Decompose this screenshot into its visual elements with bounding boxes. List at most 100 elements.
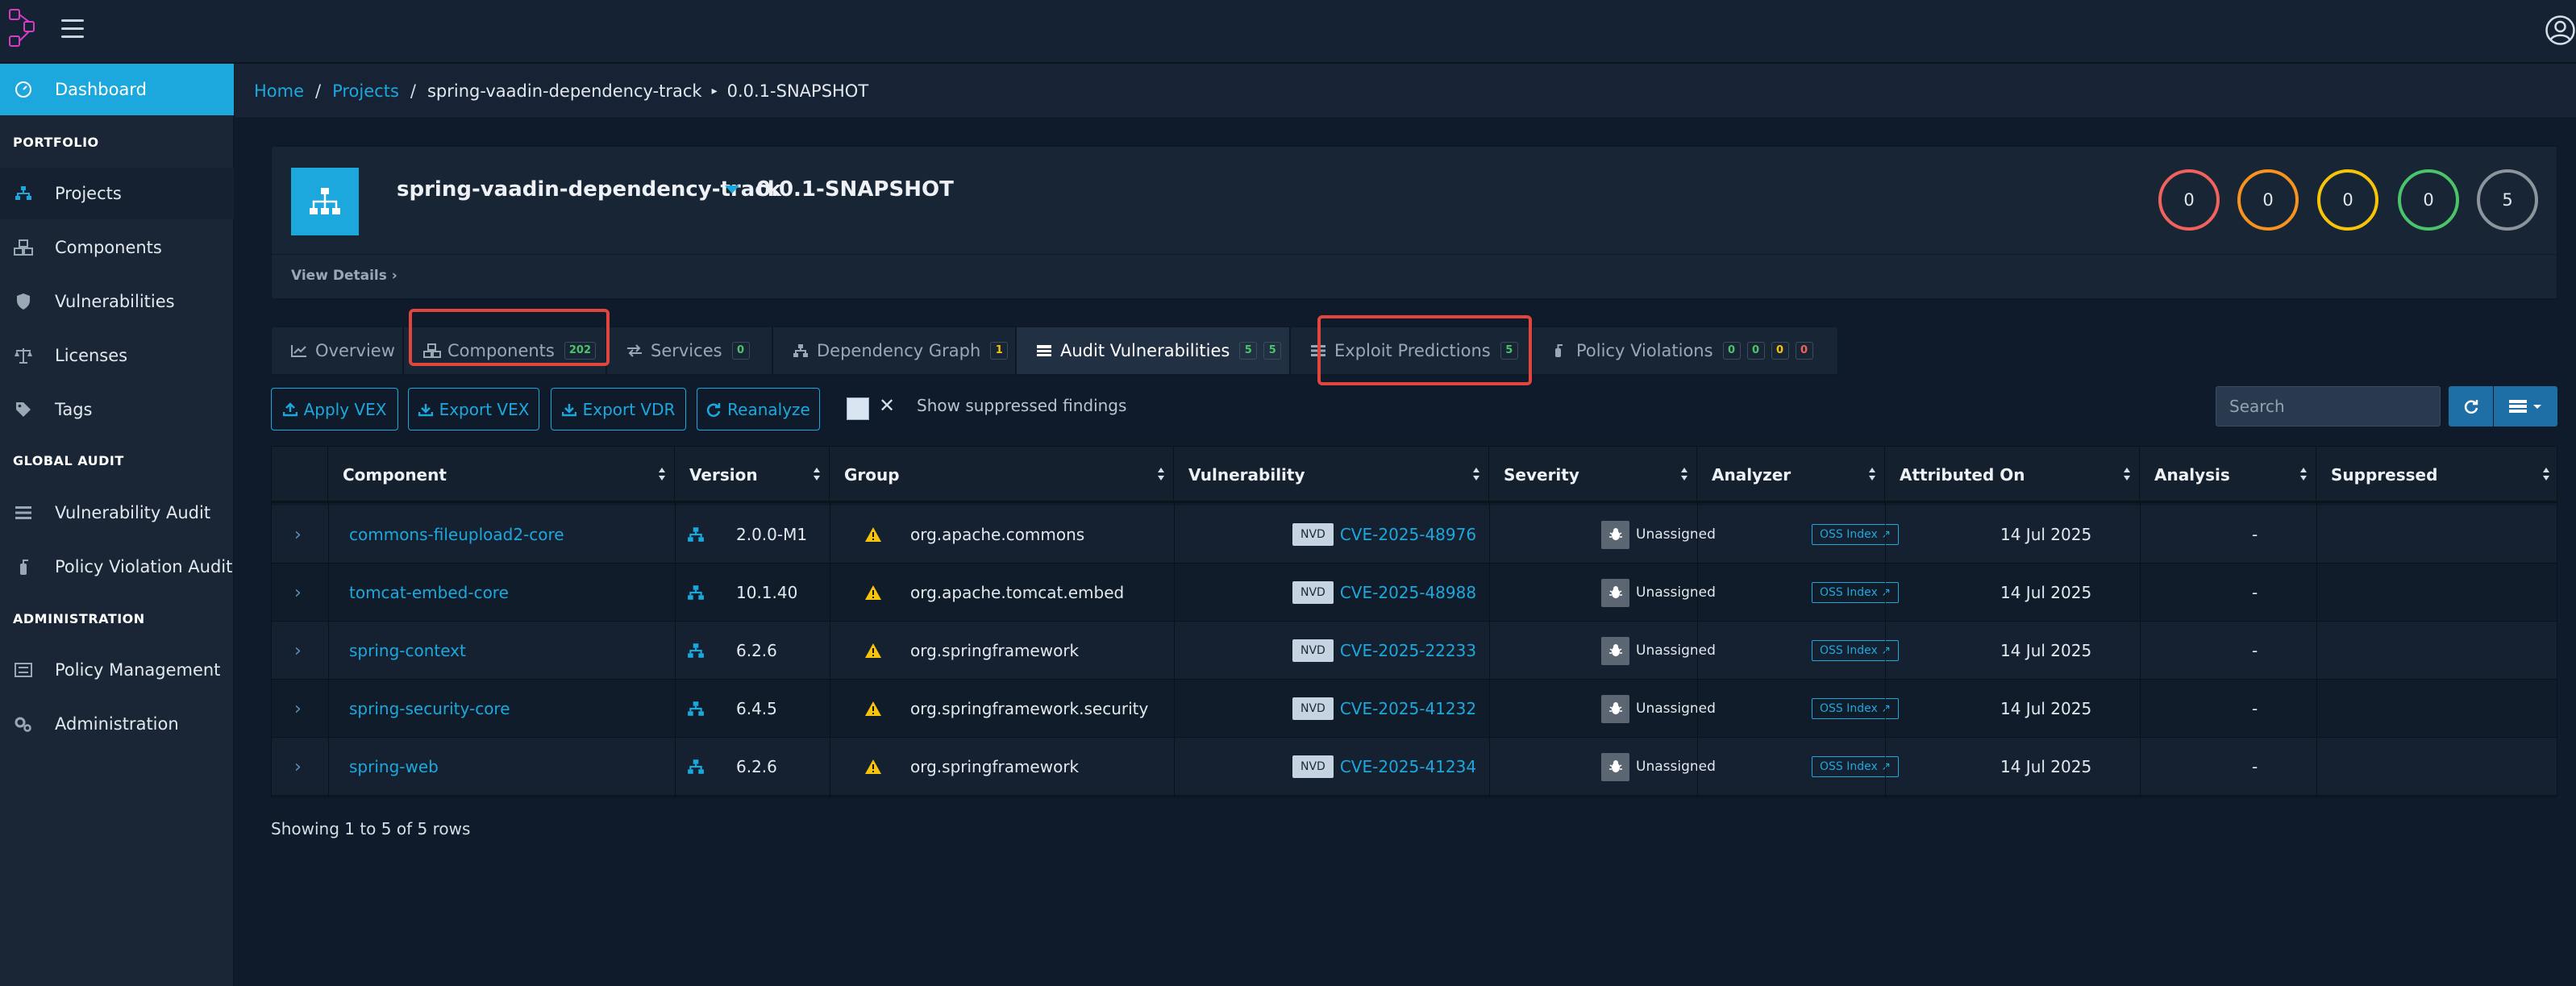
dependency-graph-icon[interactable] [687,505,705,564]
search-input[interactable] [2216,386,2441,426]
column-header-suppressed[interactable]: Suppressed [2316,447,2558,503]
severity-value: Unassigned [1636,701,1716,717]
sidebar-item-projects[interactable]: Projects [0,168,234,219]
expand-chevron-icon[interactable]: › [294,505,302,564]
sidebar-item-label: Vulnerability Audit [55,503,211,522]
sort-icon [2124,468,2130,481]
sort-icon [1158,468,1164,481]
components-count-badge: 202 [564,342,597,360]
column-header-severity[interactable]: Severity [1489,447,1697,503]
view-details-link[interactable]: View Details › [291,268,397,284]
sidebar-item-components[interactable]: Components [0,222,234,273]
column-header-vulnerability[interactable]: Vulnerability [1174,447,1489,503]
reanalyze-button[interactable]: Reanalyze [697,388,820,431]
policy-count-badge: 0 [1722,342,1741,360]
sidebar-section-global-audit: GLOBAL AUDIT [13,453,124,468]
table-row[interactable]: › commons-fileupload2-core 2.0.0-M1 org.… [272,505,2557,564]
tab-services[interactable]: Services 0 [606,327,772,375]
tab-audit-vulnerabilities[interactable]: Audit Vulnerabilities 5 5 [1016,327,1290,375]
table-row[interactable]: › spring-web 6.2.6 org.springframework N… [272,738,2557,796]
column-label: Component [343,465,447,485]
toggle-off-icon[interactable]: ✕ [879,394,895,417]
sidebar-item-vulnerability-audit[interactable]: Vulnerability Audit [0,487,234,539]
column-header-analyzer[interactable]: Analyzer [1697,447,1885,503]
dependency-graph-icon[interactable] [687,622,705,680]
tab-overview[interactable]: Overview [271,327,403,375]
sidebar-item-policy-management[interactable]: Policy Management [0,644,234,696]
version-dropdown-icon[interactable] [725,185,739,193]
tab-dependency-graph[interactable]: Dependency Graph 1 [772,327,1016,375]
user-icon[interactable] [2545,15,2576,46]
table-row[interactable]: › spring-security-core 6.4.5 org.springf… [272,680,2557,738]
severity-count: 0 [2342,190,2353,210]
button-label: Export VDR [582,399,676,419]
severity-value: Unassigned [1636,759,1716,775]
vulnerability-link[interactable]: CVE-2025-48976 [1340,525,1476,544]
vulnerability-link[interactable]: CVE-2025-41232 [1340,699,1476,718]
sitemap-icon [13,183,34,204]
vulnerability-link[interactable]: CVE-2025-22233 [1340,641,1476,660]
expand-chevron-icon[interactable]: › [294,738,302,796]
breadcrumb-projects[interactable]: Projects [332,81,399,101]
sidebar-item-label: Components [55,238,162,257]
breadcrumb: Home / Projects / spring-vaadin-dependen… [235,64,2576,119]
analysis-value: - [2252,583,2258,602]
expand-chevron-icon[interactable]: › [294,680,302,738]
refresh-table-button[interactable] [2449,386,2493,426]
component-link[interactable]: tomcat-embed-core [349,583,509,602]
severity-circle-unassigned: 5 [2477,169,2538,231]
tab-components[interactable]: Components 202 [403,327,606,375]
show-suppressed-toggle[interactable] [847,397,869,420]
cubes-icon [13,237,34,258]
sidebar-item-tags[interactable]: Tags [0,384,234,435]
component-link[interactable]: spring-security-core [349,699,510,718]
group-value: org.apache.tomcat.embed [910,583,1125,602]
sidebar-item-policy-violation-audit[interactable]: Policy Violation Audit [0,541,234,593]
tab-label: Components [447,341,555,360]
severity-count: 5 [2502,190,2513,210]
breadcrumb-separator: / [315,81,322,101]
vulnerability-link[interactable]: CVE-2025-41234 [1340,757,1476,776]
bug-icon [1601,520,1629,549]
tab-policy-violations[interactable]: Policy Violations 0 0 0 0 [1532,327,1838,375]
sidebar-item-administration[interactable]: Administration [0,698,234,750]
columns-list-icon [2508,400,2541,413]
column-header-analysis[interactable]: Analysis [2140,447,2316,503]
tab-label: Dependency Graph [817,341,981,360]
column-label: Suppressed [2331,465,2438,485]
column-header-group[interactable]: Group [830,447,1174,503]
severity-value: Unassigned [1636,526,1716,543]
findings-table: Component Version Group Vulnerability Se… [271,446,2558,798]
sidebar-item-licenses[interactable]: Licenses [0,330,234,381]
refresh-icon [706,402,721,417]
dependency-graph-icon[interactable] [687,680,705,738]
dependency-graph-icon[interactable] [687,564,705,622]
version-value: 6.4.5 [736,699,777,718]
app-logo[interactable] [9,9,36,49]
column-header-version[interactable]: Version [675,447,830,503]
component-link[interactable]: spring-context [349,641,466,660]
column-divider [1174,503,1175,798]
table-row[interactable]: › tomcat-embed-core 10.1.40 org.apache.t… [272,564,2557,622]
expand-chevron-icon[interactable]: › [294,564,302,622]
dependency-graph-icon[interactable] [687,738,705,796]
vulnerability-link[interactable]: CVE-2025-48988 [1340,583,1476,602]
component-link[interactable]: commons-fileupload2-core [349,525,564,544]
nvd-source-badge: NVD [1292,523,1334,546]
columns-toggle-button[interactable] [2494,386,2557,426]
table-row[interactable]: › spring-context 6.2.6 org.springframewo… [272,622,2557,680]
tab-exploit-predictions[interactable]: Exploit Predictions 5 [1290,327,1532,375]
column-header-attributed-on[interactable]: Attributed On [1885,447,2140,503]
hamburger-icon[interactable] [61,19,84,39]
component-link[interactable]: spring-web [349,757,439,776]
sidebar-item-vulnerabilities[interactable]: Vulnerabilities [0,276,234,327]
sidebar-item-dashboard[interactable]: Dashboard [0,64,234,115]
breadcrumb-home[interactable]: Home [254,81,304,101]
column-header-component[interactable]: Component [328,447,675,503]
apply-vex-button[interactable]: Apply VEX [271,388,398,431]
sidebar: Dashboard PORTFOLIO Projects Components … [0,64,234,986]
expand-chevron-icon[interactable]: › [294,622,302,680]
exchange-icon [626,343,644,359]
export-vex-button[interactable]: Export VEX [408,388,539,431]
export-vdr-button[interactable]: Export VDR [551,388,686,431]
